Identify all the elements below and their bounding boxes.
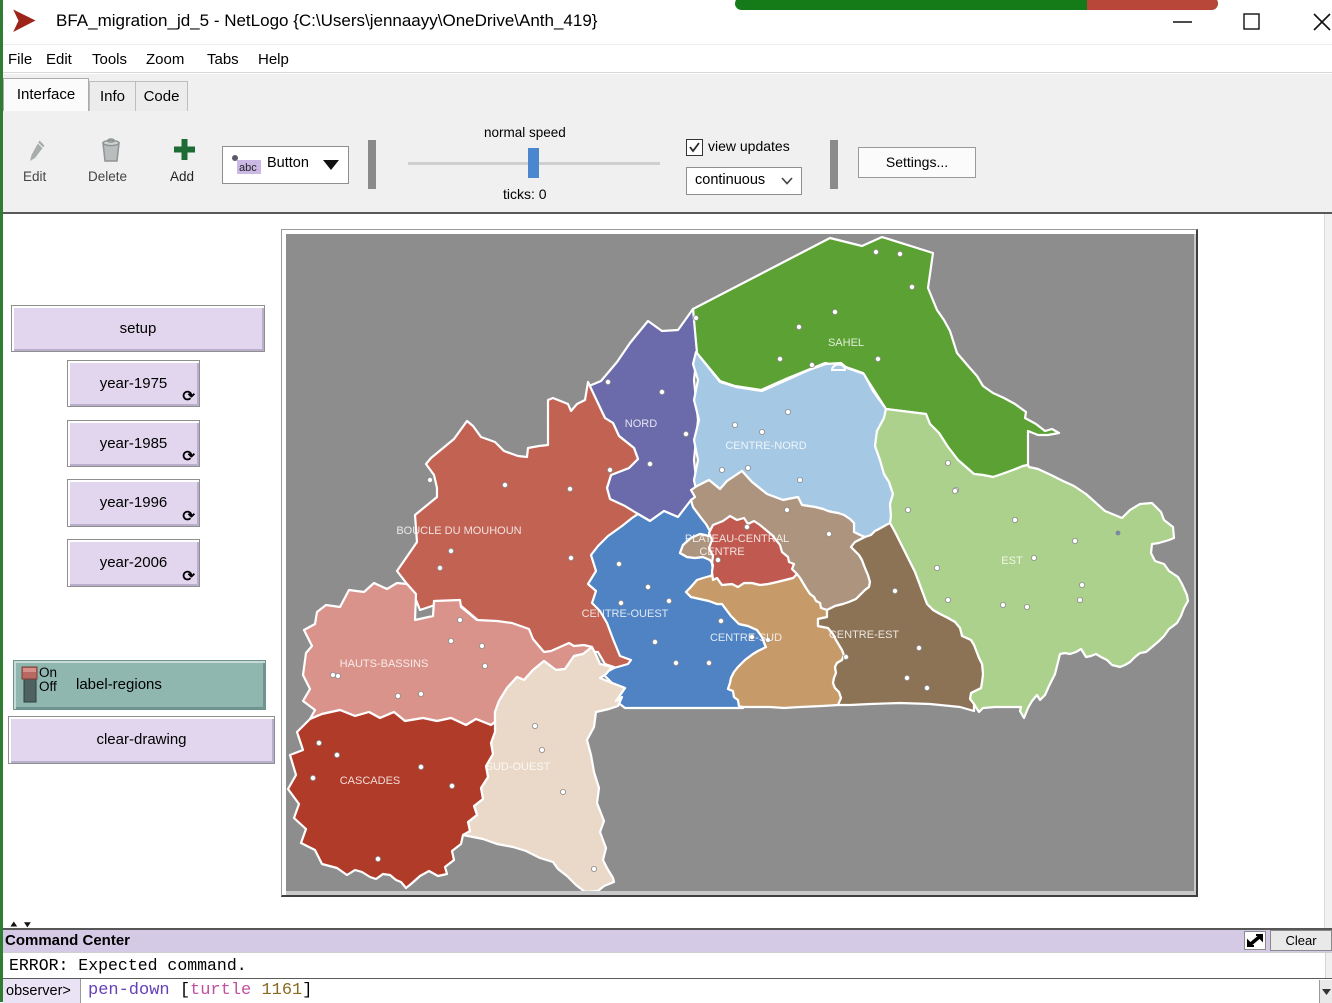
svg-text:HAUTS-BASSINS: HAUTS-BASSINS bbox=[340, 658, 429, 670]
svg-text:PLATEAU-CENTRAL: PLATEAU-CENTRAL bbox=[685, 533, 789, 545]
svg-text:EST: EST bbox=[1001, 555, 1023, 567]
svg-text:NORD: NORD bbox=[625, 418, 657, 430]
svg-text:BOUCLE DU MOUHOUN: BOUCLE DU MOUHOUN bbox=[396, 525, 521, 537]
svg-text:CENTRE-SUD: CENTRE-SUD bbox=[710, 632, 782, 644]
svg-text:SUD-OUEST: SUD-OUEST bbox=[486, 761, 551, 773]
svg-text:SAHEL: SAHEL bbox=[828, 337, 864, 349]
svg-text:abc: abc bbox=[239, 162, 257, 174]
svg-text:CENTRE-OUEST: CENTRE-OUEST bbox=[582, 608, 669, 620]
svg-text:CENTRE: CENTRE bbox=[699, 546, 744, 558]
svg-text:CENTRE-NORD: CENTRE-NORD bbox=[725, 440, 806, 452]
svg-text:CENTRE-EST: CENTRE-EST bbox=[829, 629, 900, 641]
svg-text:CASCADES: CASCADES bbox=[340, 775, 401, 787]
